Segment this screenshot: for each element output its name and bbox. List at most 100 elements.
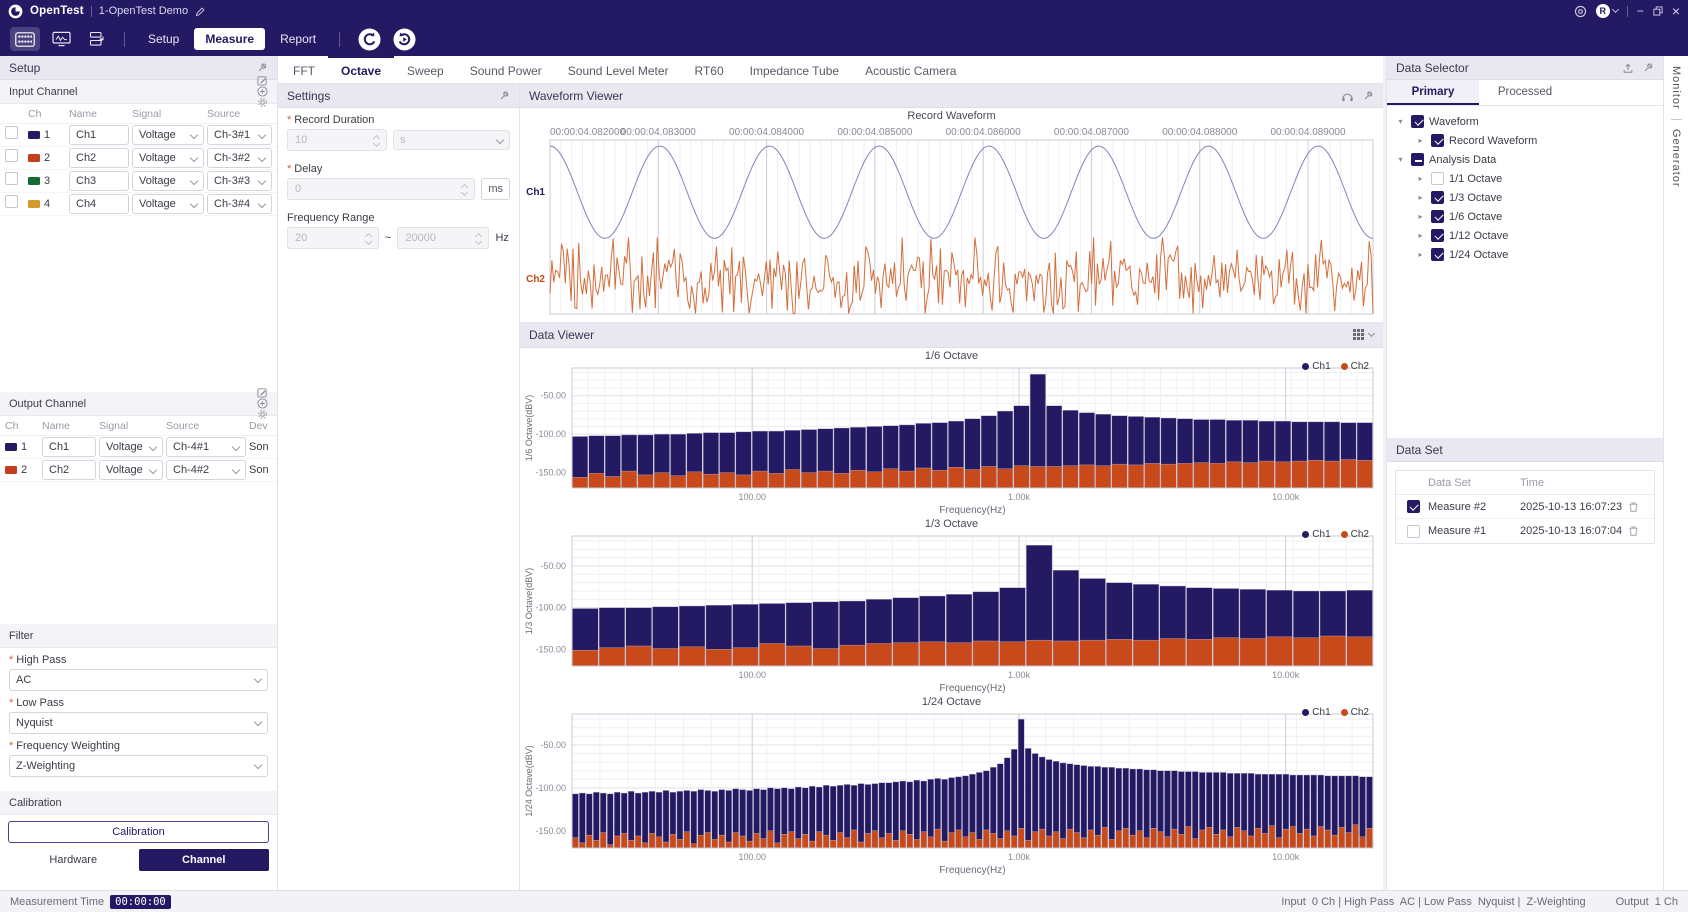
checkbox[interactable] [1431,210,1444,223]
pin-icon[interactable] [1643,62,1654,73]
add-icon[interactable] [257,398,268,409]
measure-tab-sweep[interactable]: Sweep [394,56,457,83]
channel-name-input[interactable]: Ch2 [69,148,129,168]
measure-tab-octave[interactable]: Octave [328,56,394,83]
avatar[interactable]: R [1596,4,1610,18]
checkbox[interactable] [5,195,18,208]
tree-item[interactable]: ▾Waveform [1387,112,1663,131]
tree-item[interactable]: ▸Record Waveform [1387,131,1663,150]
measure-tab-sound-level-meter[interactable]: Sound Level Meter [555,56,682,83]
data-set-row[interactable]: Measure #22025-10-13 16:07:23 [1396,495,1654,519]
pin-icon[interactable] [499,90,510,101]
restart-button[interactable] [393,28,416,51]
calibration-toggle-channel[interactable]: Channel [139,849,270,871]
checkbox[interactable] [1431,229,1444,242]
tree-item[interactable]: ▾Analysis Data [1387,150,1663,169]
monitor-dock-tab[interactable]: Monitor [1670,66,1682,110]
sequence-icon[interactable] [82,27,112,51]
add-icon[interactable] [257,86,268,97]
tree-item[interactable]: ▸1/6 Octave [1387,207,1663,226]
checkbox[interactable] [1407,525,1420,538]
measure-tab-sound-power[interactable]: Sound Power [457,56,555,83]
channel-name-input[interactable]: Ch1 [42,437,96,457]
minimize-button[interactable]: − [1637,5,1644,17]
source-select[interactable]: Ch-4#1 [166,437,246,457]
frequency-weighting-select[interactable]: Z-Weighting [9,755,268,777]
calibration-button[interactable]: Calibration [8,821,269,843]
signal-select[interactable]: Voltage [99,460,163,480]
data-selector-tab-primary[interactable]: Primary [1387,80,1479,105]
delete-icon[interactable] [1628,501,1652,513]
signal-select[interactable]: Voltage [132,125,204,145]
source-select[interactable]: Ch-3#3 [207,171,272,191]
checkbox[interactable] [1431,172,1444,185]
checkbox[interactable] [1411,153,1424,166]
delay-input[interactable]: 0 [287,178,475,200]
edit-icon[interactable] [257,75,268,86]
nav-setup-button[interactable]: Setup [137,28,190,50]
measure-tab-fft[interactable]: FFT [280,56,328,83]
source-select[interactable]: Ch-3#1 [207,125,272,145]
tree-item[interactable]: ▸1/1 Octave [1387,169,1663,188]
undo-button[interactable] [358,28,381,51]
source-select[interactable]: Ch-4#2 [166,460,246,480]
frequency-min-input[interactable]: 20 [287,227,379,249]
settings-gear-icon[interactable] [1574,5,1587,18]
checkbox[interactable] [5,149,18,162]
measure-tab-acoustic-camera[interactable]: Acoustic Camera [852,56,969,83]
checkbox[interactable] [1431,248,1444,261]
checkbox[interactable] [1411,115,1424,128]
checkbox[interactable] [5,126,18,139]
headphones-icon[interactable] [1341,90,1354,102]
tree-item[interactable]: ▸1/24 Octave [1387,245,1663,264]
monitor-icon[interactable] [46,27,76,51]
pin-icon[interactable] [257,62,268,73]
tree-item[interactable]: ▸1/3 Octave [1387,188,1663,207]
checkbox[interactable] [1431,134,1444,147]
record-waveform-title: Record Waveform [520,108,1383,124]
nav-measure-button[interactable]: Measure [194,28,265,50]
channel-name-input[interactable]: Ch4 [69,194,129,214]
measure-tab-rt60[interactable]: RT60 [682,56,737,83]
channel-matrix-icon[interactable] [10,27,40,51]
restore-button[interactable] [1653,6,1663,16]
record-duration-input[interactable]: 10 [287,129,387,151]
user-menu[interactable]: R [1596,4,1618,18]
high-pass-select[interactable]: AC [9,669,268,691]
close-button[interactable]: × [1672,4,1680,18]
data-selector-tab-processed[interactable]: Processed [1479,80,1571,105]
frequency-max-input[interactable]: 20000 [397,227,489,249]
measure-tab-impedance-tube[interactable]: Impedance Tube [737,56,852,83]
one-twentyfourth-octave-chart[interactable]: -50.00-100.00-150.00100.001.00k10.00kFre… [520,710,1383,876]
source-select[interactable]: Ch-3#2 [207,148,272,168]
layout-grid-button[interactable] [1352,328,1374,341]
one-sixth-octave-chart[interactable]: -50.00-100.00-150.00100.001.00k10.00kFre… [520,364,1383,516]
data-viewer-header: Data Viewer [520,322,1383,348]
tree-item[interactable]: ▸1/12 Octave [1387,226,1663,245]
delete-icon[interactable] [1628,525,1652,537]
one-third-octave-chart[interactable]: -50.00-100.00-150.00100.001.00k10.00kFre… [520,532,1383,694]
nav-report-button[interactable]: Report [269,28,327,50]
checkbox[interactable] [1407,500,1420,513]
channel-name-input[interactable]: Ch1 [69,125,129,145]
source-select[interactable]: Ch-3#4 [207,194,272,214]
data-set-row[interactable]: Measure #12025-10-13 16:07:04 [1396,519,1654,543]
pin-icon[interactable] [1363,90,1374,101]
calibration-toggle-hardware[interactable]: Hardware [8,849,139,871]
export-icon[interactable] [1622,62,1634,74]
signal-select[interactable]: Voltage [132,194,204,214]
checkbox[interactable] [5,172,18,185]
channel-name-input[interactable]: Ch3 [69,171,129,191]
generator-dock-tab[interactable]: Generator [1670,129,1682,188]
signal-select[interactable]: Voltage [99,437,163,457]
record-duration-unit-select[interactable]: s [393,130,510,150]
signal-select[interactable]: Voltage [132,171,204,191]
signal-select[interactable]: Voltage [132,148,204,168]
record-waveform-chart[interactable]: 00:00:04.08200000:00:04.08300000:00:04.0… [520,124,1383,320]
channel-name-input[interactable]: Ch2 [42,460,96,480]
low-pass-select[interactable]: Nyquist [9,712,268,734]
checkbox[interactable] [1431,191,1444,204]
edit-icon[interactable] [257,387,268,398]
record-duration-label: Record Duration [294,114,374,126]
edit-title-icon[interactable] [195,6,206,17]
